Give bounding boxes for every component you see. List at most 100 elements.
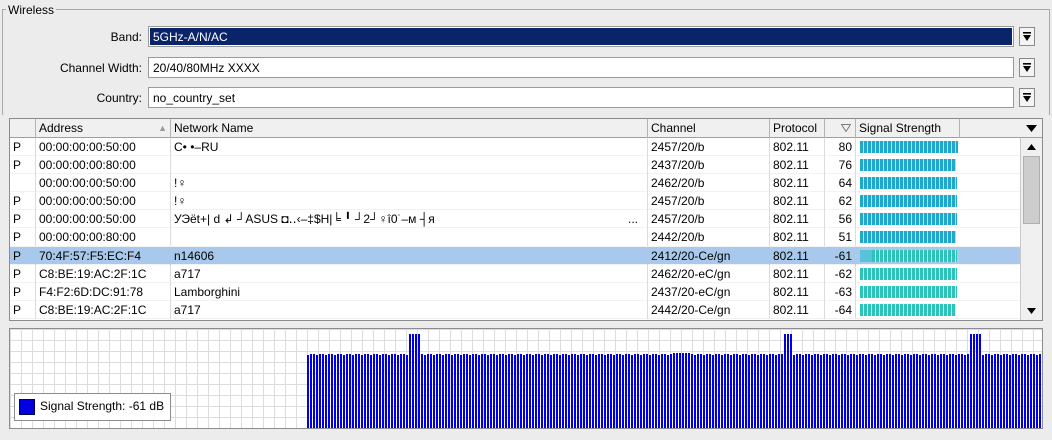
column-header-address[interactable]: Address ▲ — [36, 119, 171, 138]
signal-history-bar — [334, 355, 336, 428]
table-body: P 00:00:00:00:50:00 C• •–RU 2457/20/b 802.11… — [10, 138, 1020, 319]
signal-history-bar — [544, 354, 546, 428]
cell-flag: P — [10, 156, 36, 175]
signal-history-bar — [541, 355, 543, 428]
signal-strength-bar — [860, 267, 957, 280]
column-header-protocol[interactable]: Protocol — [770, 119, 825, 138]
signal-history-bar — [601, 354, 603, 428]
signal-history-bar — [670, 354, 672, 428]
signal-history-bar — [436, 354, 438, 428]
signal-history-bar — [889, 354, 891, 428]
table-header: Address ▲ Network Name Channel Protocol … — [10, 119, 1042, 138]
column-header-flag[interactable] — [10, 119, 36, 138]
signal-history-bar — [418, 334, 420, 428]
table-row[interactable]: 00:00:00:00:50:00 !♀ 2462/20/b 802.11 64 — [10, 174, 1020, 193]
signal-history-bar — [1024, 354, 1026, 428]
signal-history-bar — [520, 354, 522, 428]
signal-history-bar — [826, 354, 828, 428]
cell-address: 00:00:00:00:80:00 — [36, 156, 171, 175]
signal-history-bar — [643, 354, 645, 428]
signal-history-bar — [1015, 354, 1017, 428]
signal-history-bar — [559, 355, 561, 428]
signal-history-bar — [700, 354, 702, 428]
signal-history-bar — [937, 355, 939, 428]
column-header-channel[interactable]: Channel — [648, 119, 770, 138]
signal-history-bar — [667, 355, 669, 428]
signal-history-bar — [865, 355, 867, 428]
cell-flag: P — [10, 138, 36, 156]
cell-signal: -64 — [825, 300, 856, 319]
signal-history-bar — [943, 354, 945, 428]
column-menu-button[interactable] — [1020, 119, 1042, 138]
table-row[interactable]: P C8:BE:19:AC:2F:1C a717 2462/20-eC/gn 802.1… — [10, 264, 1020, 283]
signal-history-bar — [952, 354, 954, 428]
cell-name-ellipsis: ... — [628, 212, 639, 227]
signal-history-bar — [439, 354, 441, 428]
signal-history-bar — [754, 354, 756, 428]
signal-history-bar — [958, 354, 960, 428]
signal-history-bar — [460, 355, 462, 428]
signal-history-bar — [844, 354, 846, 428]
signal-history-bar — [688, 353, 690, 428]
signal-history-bar — [637, 354, 639, 428]
signal-history-bar — [343, 355, 345, 428]
signal-history-bar — [658, 355, 660, 428]
table-row[interactable]: P F4:F2:6D:DC:91:78 Lamborghini 2437/20-eC/… — [10, 282, 1020, 301]
signal-history-bar — [379, 355, 381, 428]
table-row[interactable]: P 00:00:00:00:80:00 2442/20/b 802.11 51 — [10, 228, 1020, 247]
channel-width-dropdown-button[interactable] — [1019, 58, 1035, 77]
signal-history-bar — [535, 354, 537, 428]
country-select[interactable]: no_country_set — [148, 87, 1014, 108]
column-header-signal[interactable] — [825, 119, 856, 138]
column-header-network-name[interactable]: Network Name — [171, 119, 648, 138]
scroll-up-button[interactable] — [1022, 138, 1041, 155]
channel-width-row: Channel Width: 20/40/80MHz XXXX — [0, 57, 1052, 79]
signal-history-bar — [646, 354, 648, 428]
signal-history-bar — [988, 354, 990, 428]
signal-history-bar — [376, 354, 378, 428]
scroll-thumb[interactable] — [1023, 156, 1040, 224]
signal-history-bar — [973, 334, 975, 428]
signal-history-bar — [412, 334, 414, 428]
table-row[interactable]: P 70:4F:57:F5:EC:F4 n14606 2412/20-Ce/gn 802… — [10, 246, 1020, 265]
signal-history-bar — [445, 354, 447, 428]
table-row[interactable]: P C8:BE:19:AC:2F:1C a717 2442/20-Ce/gn 802.1… — [10, 300, 1020, 319]
signal-history-bar — [808, 354, 810, 428]
signal-history-bar — [874, 355, 876, 428]
signal-history-bar — [763, 354, 765, 428]
signal-history-bar — [589, 354, 591, 428]
cell-protocol: 802.11 — [770, 264, 825, 283]
cell-flag: P — [10, 192, 36, 211]
signal-history-bar — [421, 354, 423, 428]
cell-channel: 2437/20-eC/gn — [648, 282, 770, 301]
signal-history-bar — [685, 353, 687, 428]
scroll-down-button[interactable] — [1022, 302, 1041, 319]
arrow-down-icon — [1027, 307, 1036, 314]
signal-history-bar — [778, 354, 780, 428]
column-header-signal-strength[interactable]: Signal Strength — [856, 119, 960, 138]
signal-history-bar — [928, 355, 930, 428]
country-dropdown-button[interactable] — [1019, 88, 1035, 107]
signal-history-bar — [880, 354, 882, 428]
signal-history-bar — [910, 355, 912, 428]
signal-history-bar — [967, 354, 969, 428]
signal-history-bar — [307, 355, 309, 428]
signal-history-bar — [463, 354, 465, 428]
cell-signal: 56 — [825, 210, 856, 229]
signal-history-bar — [382, 354, 384, 428]
signal-history-bar — [1021, 354, 1023, 428]
band-dropdown-button[interactable] — [1019, 27, 1035, 46]
table-row[interactable]: P 00:00:00:00:50:00 УЭёt+| d ↲ ┘ASUS ◘‥‹–‡… — [10, 210, 1020, 229]
signal-history-bar — [454, 354, 456, 428]
table-row[interactable]: P 00:00:00:00:80:00 2437/20/b 802.11 76 — [10, 156, 1020, 175]
table-row[interactable]: P 00:00:00:00:50:00 C• •–RU 2457/20/b 802.11… — [10, 138, 1020, 157]
table-row[interactable]: P 00:00:00:00:50:00 !♀ 2457/20/b 802.11 62 — [10, 192, 1020, 211]
signal-history-bar — [592, 354, 594, 428]
cell-name: n14606 — [171, 246, 648, 265]
signal-history-bar — [655, 354, 657, 428]
table-scrollbar[interactable] — [1020, 138, 1042, 320]
band-select[interactable]: 5GHz-A/N/AC — [148, 26, 1014, 47]
country-row: Country: no_country_set — [0, 87, 1052, 109]
channel-width-select[interactable]: 20/40/80MHz XXXX — [148, 57, 1014, 78]
signal-history-bar — [619, 354, 621, 428]
